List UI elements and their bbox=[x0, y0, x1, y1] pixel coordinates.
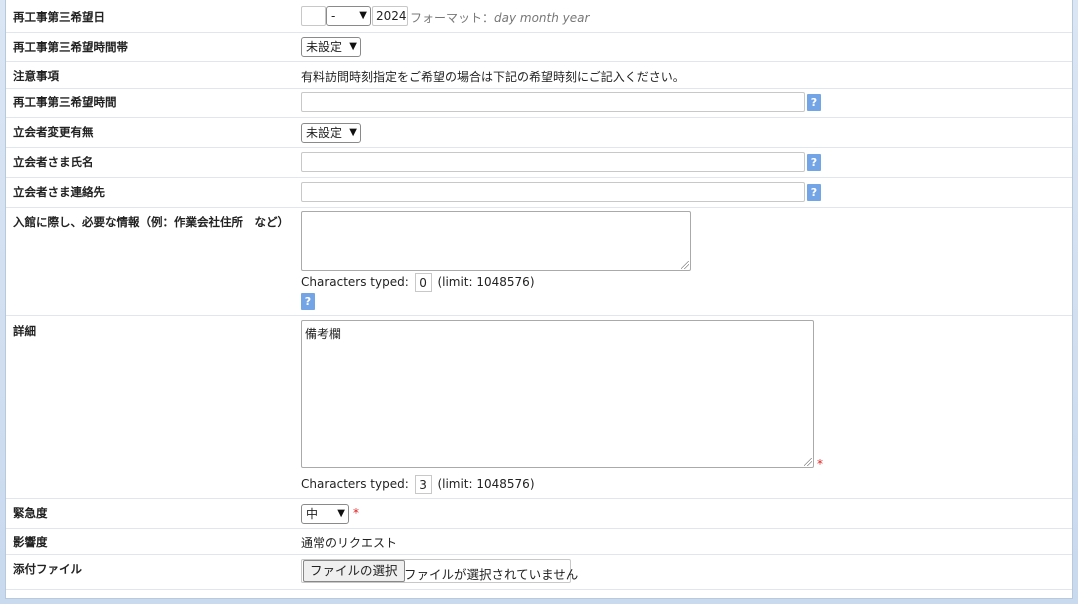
timeband3-value: 未設定 bbox=[306, 40, 343, 54]
required-mark: * bbox=[353, 506, 359, 520]
impact-value: 通常のリクエスト bbox=[301, 536, 398, 550]
counter-prefix: Characters typed: bbox=[301, 275, 409, 289]
counter-limit: (limit: 1048576) bbox=[437, 477, 535, 491]
timeband3-label: 再工事第三希望時間帯 bbox=[13, 40, 128, 54]
time3-input[interactable] bbox=[301, 92, 805, 112]
row-entry-info: 入館に際し、必要な情報（例：作業会社住所 など） Characters type… bbox=[6, 207, 1072, 316]
file-input[interactable]: ファイルの選択 ファイルが選択されていません bbox=[301, 559, 578, 583]
month-select[interactable]: - ▼ bbox=[326, 6, 371, 26]
entry-info-label: 入館に際し、必要な情報（例：作業会社住所 など） bbox=[13, 215, 289, 229]
details-label: 詳細 bbox=[13, 324, 36, 338]
day-input[interactable] bbox=[301, 6, 326, 26]
chevron-down-icon: ▼ bbox=[349, 41, 357, 52]
char-count: 0 bbox=[414, 273, 432, 292]
counter-limit: (limit: 1048576) bbox=[437, 275, 535, 289]
required-mark: * bbox=[817, 457, 823, 471]
chevron-down-icon: ▼ bbox=[349, 127, 357, 138]
resize-handle-icon[interactable] bbox=[804, 458, 812, 466]
row-timeband3: 再工事第三希望時間帯 未設定 ▼ bbox=[6, 32, 1072, 62]
attendee-change-value: 未設定 bbox=[306, 126, 343, 140]
file-status: ファイルが選択されていません bbox=[404, 567, 579, 582]
caution-text: 有料訪問時刻指定をご希望の場合は下記の希望時刻にご記入ください。 bbox=[301, 70, 685, 84]
time3-label: 再工事第三希望時間 bbox=[13, 95, 117, 109]
month-value: - bbox=[331, 9, 336, 23]
help-icon[interactable]: ? bbox=[807, 184, 821, 201]
char-count: 3 bbox=[414, 475, 432, 494]
resize-handle-icon[interactable] bbox=[681, 261, 689, 269]
urgency-select[interactable]: 中 ▼ bbox=[301, 504, 349, 524]
year-value: 2024 bbox=[376, 9, 407, 23]
impact-label: 影響度 bbox=[13, 535, 48, 549]
choose-file-button[interactable]: ファイルの選択 bbox=[303, 560, 405, 582]
details-textarea[interactable]: 備考欄 bbox=[301, 320, 814, 468]
chevron-down-icon: ▼ bbox=[359, 10, 367, 21]
row-time3: 再工事第三希望時間 ? bbox=[6, 88, 1072, 118]
row-details: 詳細 備考欄 * Characters typed: 3 (limit: 104… bbox=[6, 315, 1072, 499]
attendee-contact-input[interactable] bbox=[301, 182, 805, 202]
row-impact: 影響度 通常のリクエスト bbox=[6, 528, 1072, 555]
attendee-change-label: 立会者変更有無 bbox=[13, 125, 94, 139]
attendee-change-select[interactable]: 未設定 ▼ bbox=[301, 123, 361, 143]
entry-info-textarea[interactable] bbox=[301, 211, 691, 271]
attachment-label: 添付ファイル bbox=[13, 562, 82, 576]
row-attendee-name: 立会者さま氏名 ? bbox=[6, 147, 1072, 178]
date-format-hint: フォーマット：day month year bbox=[410, 9, 589, 26]
row-date3: 再工事第三希望日 - ▼ 2024 フォーマット：day month year bbox=[6, 0, 1072, 33]
entry-info-counter: Characters typed: 0 (limit: 1048576) bbox=[301, 273, 535, 292]
timeband3-select[interactable]: 未設定 ▼ bbox=[301, 37, 361, 57]
row-urgency: 緊急度 中 ▼ * bbox=[6, 498, 1072, 529]
form-panel: 再工事第三希望日 - ▼ 2024 フォーマット：day month year … bbox=[5, 0, 1073, 599]
help-icon[interactable]: ? bbox=[807, 154, 821, 171]
help-icon[interactable]: ? bbox=[807, 94, 821, 111]
caution-label: 注意事項 bbox=[13, 69, 59, 83]
attendee-name-input[interactable] bbox=[301, 152, 805, 172]
attendee-name-label: 立会者さま氏名 bbox=[13, 155, 94, 169]
row-attachment: 添付ファイル ファイルの選択 ファイルが選択されていません bbox=[6, 554, 1072, 590]
attendee-contact-label: 立会者さま連絡先 bbox=[13, 185, 105, 199]
help-icon[interactable]: ? bbox=[301, 293, 315, 310]
row-attendee-change: 立会者変更有無 未設定 ▼ bbox=[6, 117, 1072, 148]
format-label: フォーマット： bbox=[410, 11, 495, 25]
details-value: 備考欄 bbox=[305, 327, 342, 341]
row-attendee-contact: 立会者さま連絡先 ? bbox=[6, 177, 1072, 208]
urgency-label: 緊急度 bbox=[13, 506, 48, 520]
chevron-down-icon: ▼ bbox=[337, 508, 345, 519]
counter-prefix: Characters typed: bbox=[301, 477, 409, 491]
year-input[interactable]: 2024 bbox=[372, 6, 408, 26]
format-value: day month year bbox=[494, 11, 590, 25]
urgency-value: 中 bbox=[306, 507, 319, 521]
details-counter: Characters typed: 3 (limit: 1048576) bbox=[301, 475, 535, 494]
date3-label: 再工事第三希望日 bbox=[13, 10, 105, 24]
row-caution: 注意事項 有料訪問時刻指定をご希望の場合は下記の希望時刻にご記入ください。 bbox=[6, 61, 1072, 89]
